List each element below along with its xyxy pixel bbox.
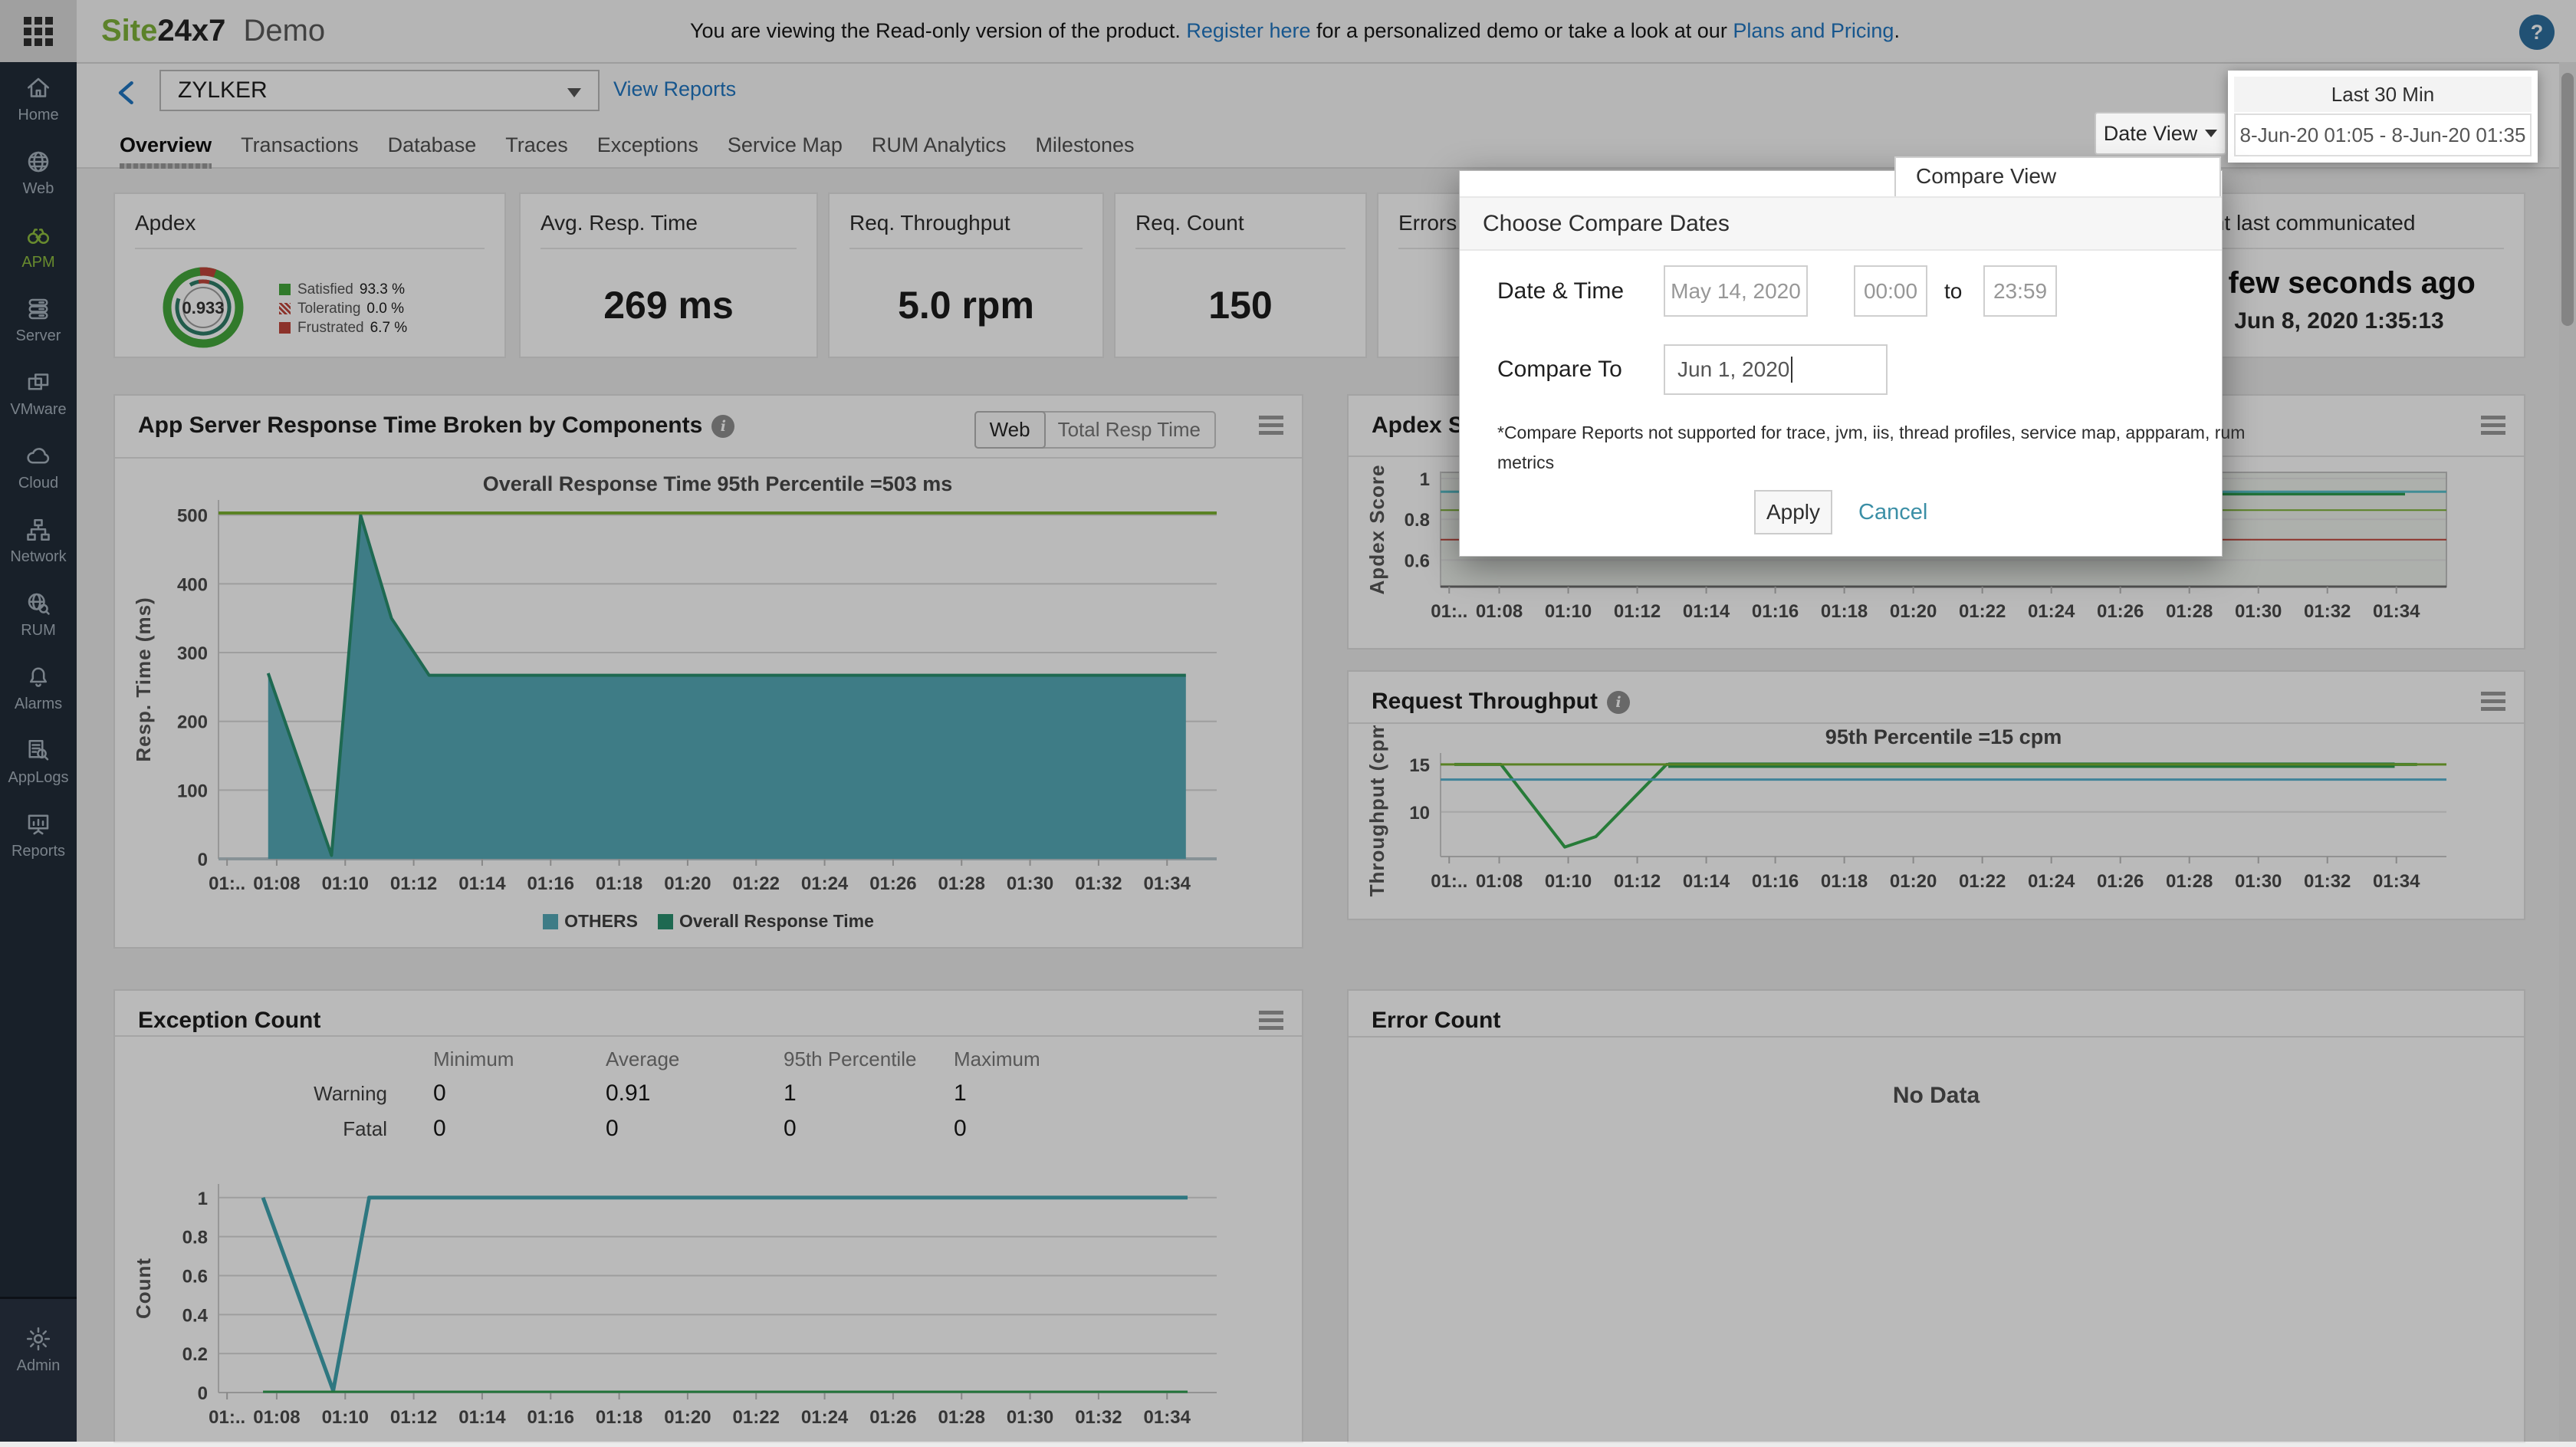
- time-from-field[interactable]: 00:00: [1854, 265, 1927, 317]
- compare-to-label: Compare To: [1497, 344, 1622, 395]
- dialog-title: Choose Compare Dates: [1460, 196, 2222, 251]
- compare-to-value: Jun 1, 2020: [1677, 357, 1789, 382]
- date-view-label: Date View: [2104, 122, 2198, 146]
- chevron-down-icon: [2205, 130, 2217, 137]
- apply-button[interactable]: Apply: [1754, 490, 1832, 534]
- dialog-note: *Compare Reports not supported for trace…: [1497, 418, 2245, 478]
- time-to-field[interactable]: 23:59: [1983, 265, 2057, 317]
- date-time-label: Date & Time: [1497, 265, 1624, 317]
- compare-to-field[interactable]: Jun 1, 2020: [1664, 344, 1888, 395]
- time-range-panel: Last 30 Min 8-Jun-20 01:05 - 8-Jun-20 01…: [2228, 71, 2538, 163]
- time-range-title: Last 30 Min: [2234, 77, 2532, 112]
- to-label: to: [1944, 265, 1962, 317]
- time-range-value[interactable]: 8-Jun-20 01:05 - 8-Jun-20 01:35: [2234, 113, 2532, 156]
- date-field[interactable]: May 14, 2020: [1664, 265, 1808, 317]
- compare-view-menu-item[interactable]: Compare View: [1894, 156, 2221, 196]
- cancel-link[interactable]: Cancel: [1858, 490, 1927, 534]
- compare-dates-dialog: Choose Compare Dates Date & Time May 14,…: [1459, 170, 2223, 557]
- date-view-button[interactable]: Date View: [2095, 112, 2226, 155]
- text-cursor: [1791, 357, 1792, 383]
